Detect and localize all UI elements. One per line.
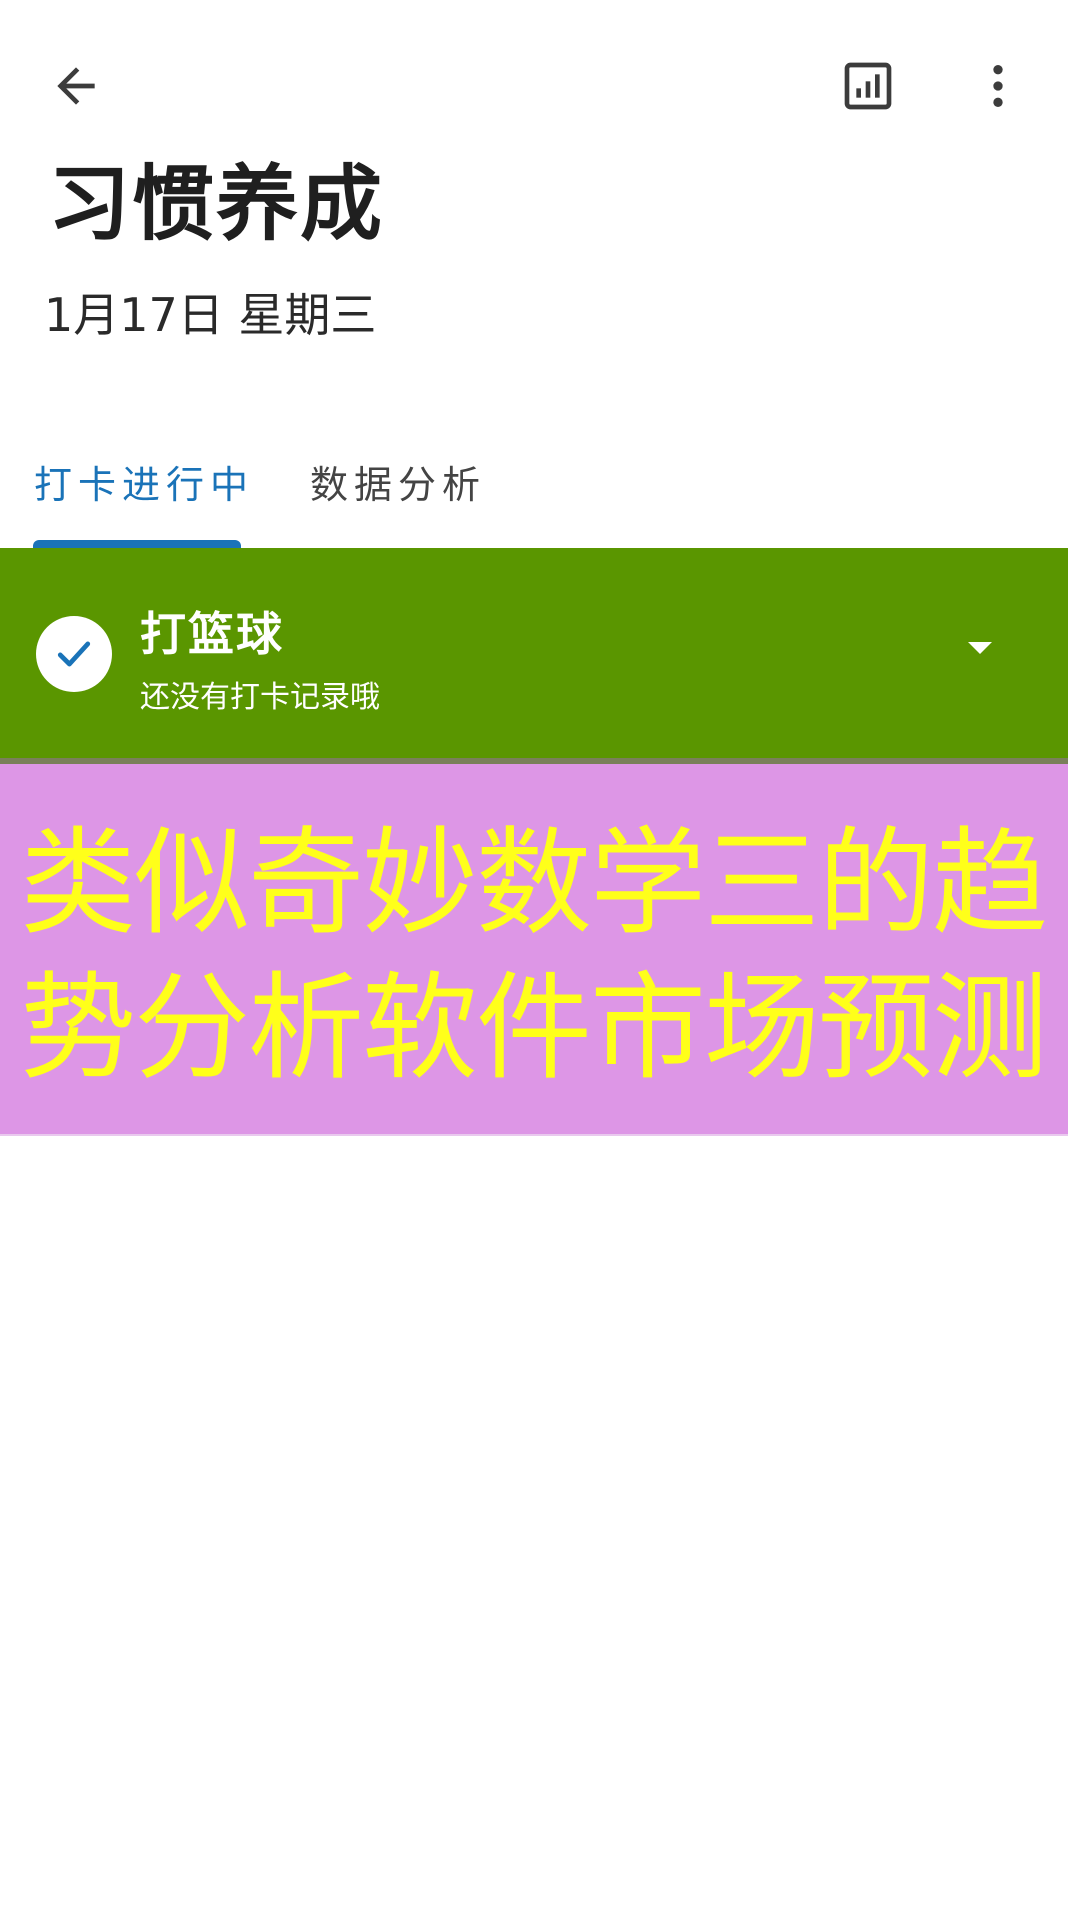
arrow-left-icon [57,67,95,105]
check-icon [57,641,91,667]
habit-name: 打篮球 [140,607,284,661]
statistics-button[interactable] [820,38,916,134]
tab-data-analysis[interactable]: 数据分析 [310,440,486,550]
overlay-caption-banner: 类似奇妙数学三的趋 势分析软件市场预测 [0,764,1068,1136]
overlay-caption-line-1: 类似奇妙数学三的趋 [20,816,1048,951]
top-app-bar [0,0,1080,170]
caret-down-icon [968,642,992,654]
tab-bar: 打卡进行中 数据分析 [0,440,1080,550]
habit-status-text: 还没有打卡记录哦 [140,680,380,715]
bar-chart-icon [844,62,892,110]
expand-button[interactable] [940,608,1020,688]
tab-checkin-in-progress[interactable]: 打卡进行中 [34,440,254,550]
current-date: 1月17日 星期三 [44,288,377,342]
habit-card[interactable]: 打篮球 还没有打卡记录哦 [0,548,1068,764]
overlay-caption-line-2: 势分析软件市场预测 [20,961,1048,1096]
habit-app-screen: 习惯养成 1月17日 星期三 打卡进行中 数据分析 打篮球 还没有打卡记录哦 类… [0,0,1080,1920]
more-vertical-icon [993,65,1003,107]
checkin-toggle[interactable] [36,616,112,692]
back-button[interactable] [28,38,124,134]
page-title: 习惯养成 [48,157,385,252]
more-options-button[interactable] [950,38,1046,134]
